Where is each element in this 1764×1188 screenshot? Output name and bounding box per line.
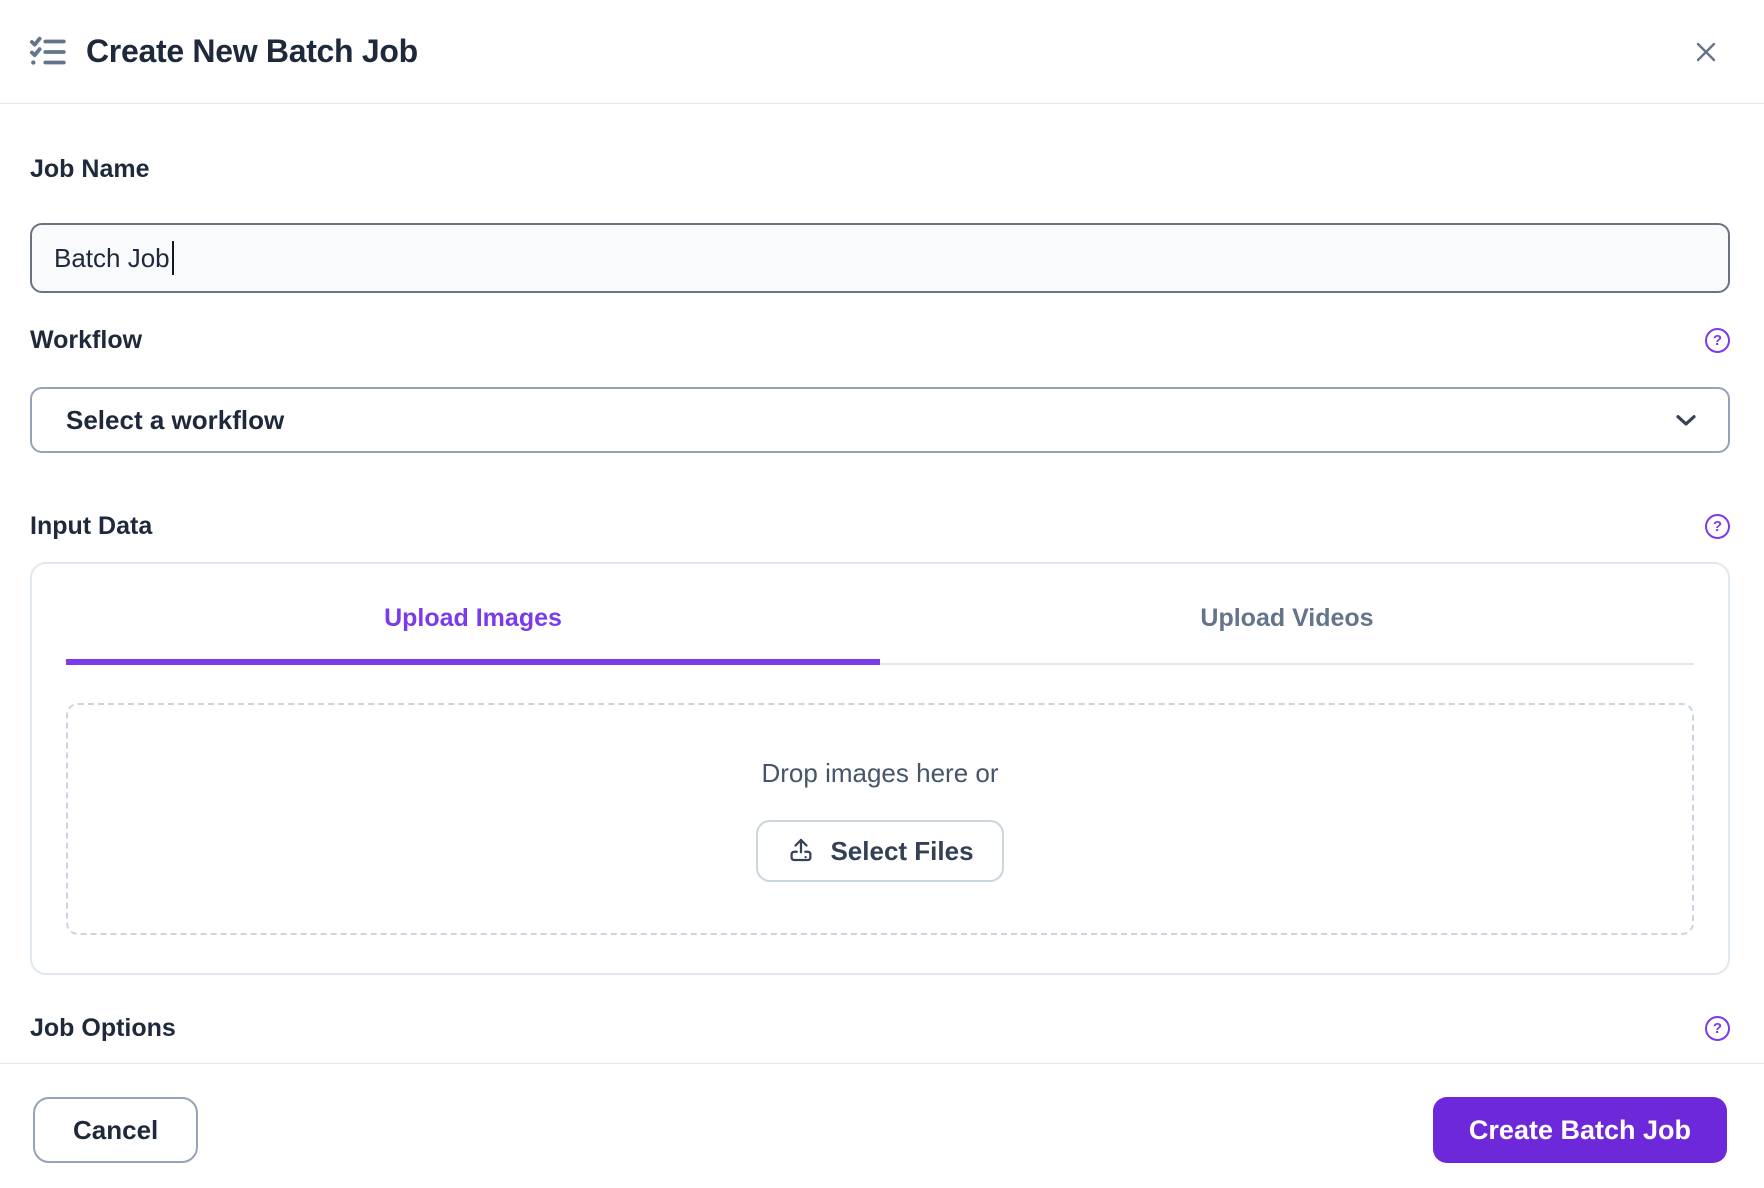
- workflow-label-row: Workflow ?: [30, 325, 1730, 356]
- close-icon: [1690, 36, 1722, 68]
- workflow-select-value: Select a workflow: [66, 404, 285, 435]
- select-files-button[interactable]: Select Files: [756, 820, 1004, 882]
- task-list-icon: [26, 30, 70, 74]
- tab-upload-videos[interactable]: Upload Videos: [880, 564, 1694, 665]
- workflow-label: Workflow: [30, 326, 143, 354]
- upload-tabs: Upload Images Upload Videos: [66, 564, 1694, 665]
- job-name-input[interactable]: Batch Job: [30, 223, 1730, 293]
- job-options-help-icon[interactable]: ?: [1705, 1016, 1730, 1041]
- modal-title: Create New Batch Job: [86, 33, 418, 69]
- input-data-help-icon[interactable]: ?: [1705, 514, 1730, 539]
- chevron-down-icon: [1670, 404, 1702, 436]
- dropzone-prompt: Drop images here or: [761, 758, 999, 788]
- job-options-label: Job Options: [30, 1014, 176, 1042]
- modal-footer: Cancel Create Batch Job: [0, 1063, 1764, 1188]
- job-name-value: Batch Job: [54, 242, 170, 273]
- tab-upload-images[interactable]: Upload Images: [66, 564, 880, 665]
- job-name-label: Job Name: [30, 155, 150, 183]
- workflow-help-icon[interactable]: ?: [1705, 328, 1730, 353]
- image-dropzone[interactable]: Drop images here or Select Files: [66, 703, 1694, 935]
- create-batch-job-button[interactable]: Create Batch Job: [1432, 1097, 1727, 1163]
- close-button[interactable]: [1684, 30, 1728, 74]
- job-name-label-row: Job Name: [30, 154, 1730, 185]
- input-data-label: Input Data: [30, 512, 153, 540]
- modal-header: Create New Batch Job: [0, 0, 1764, 104]
- select-files-label: Select Files: [830, 835, 974, 866]
- job-options-label-row: Job Options ?: [30, 1013, 1730, 1044]
- text-caret: [171, 241, 174, 275]
- modal-body: Job Name Batch Job Workflow ? Select a w…: [0, 104, 1764, 1048]
- cancel-button[interactable]: Cancel: [33, 1097, 199, 1163]
- create-batch-job-modal: Create New Batch Job Job Name Batch Job …: [0, 0, 1764, 1188]
- upload-icon: [786, 836, 816, 866]
- input-data-label-row: Input Data ?: [30, 511, 1730, 542]
- workflow-select[interactable]: Select a workflow: [30, 387, 1730, 453]
- input-data-card: Upload Images Upload Videos Drop images …: [30, 562, 1730, 975]
